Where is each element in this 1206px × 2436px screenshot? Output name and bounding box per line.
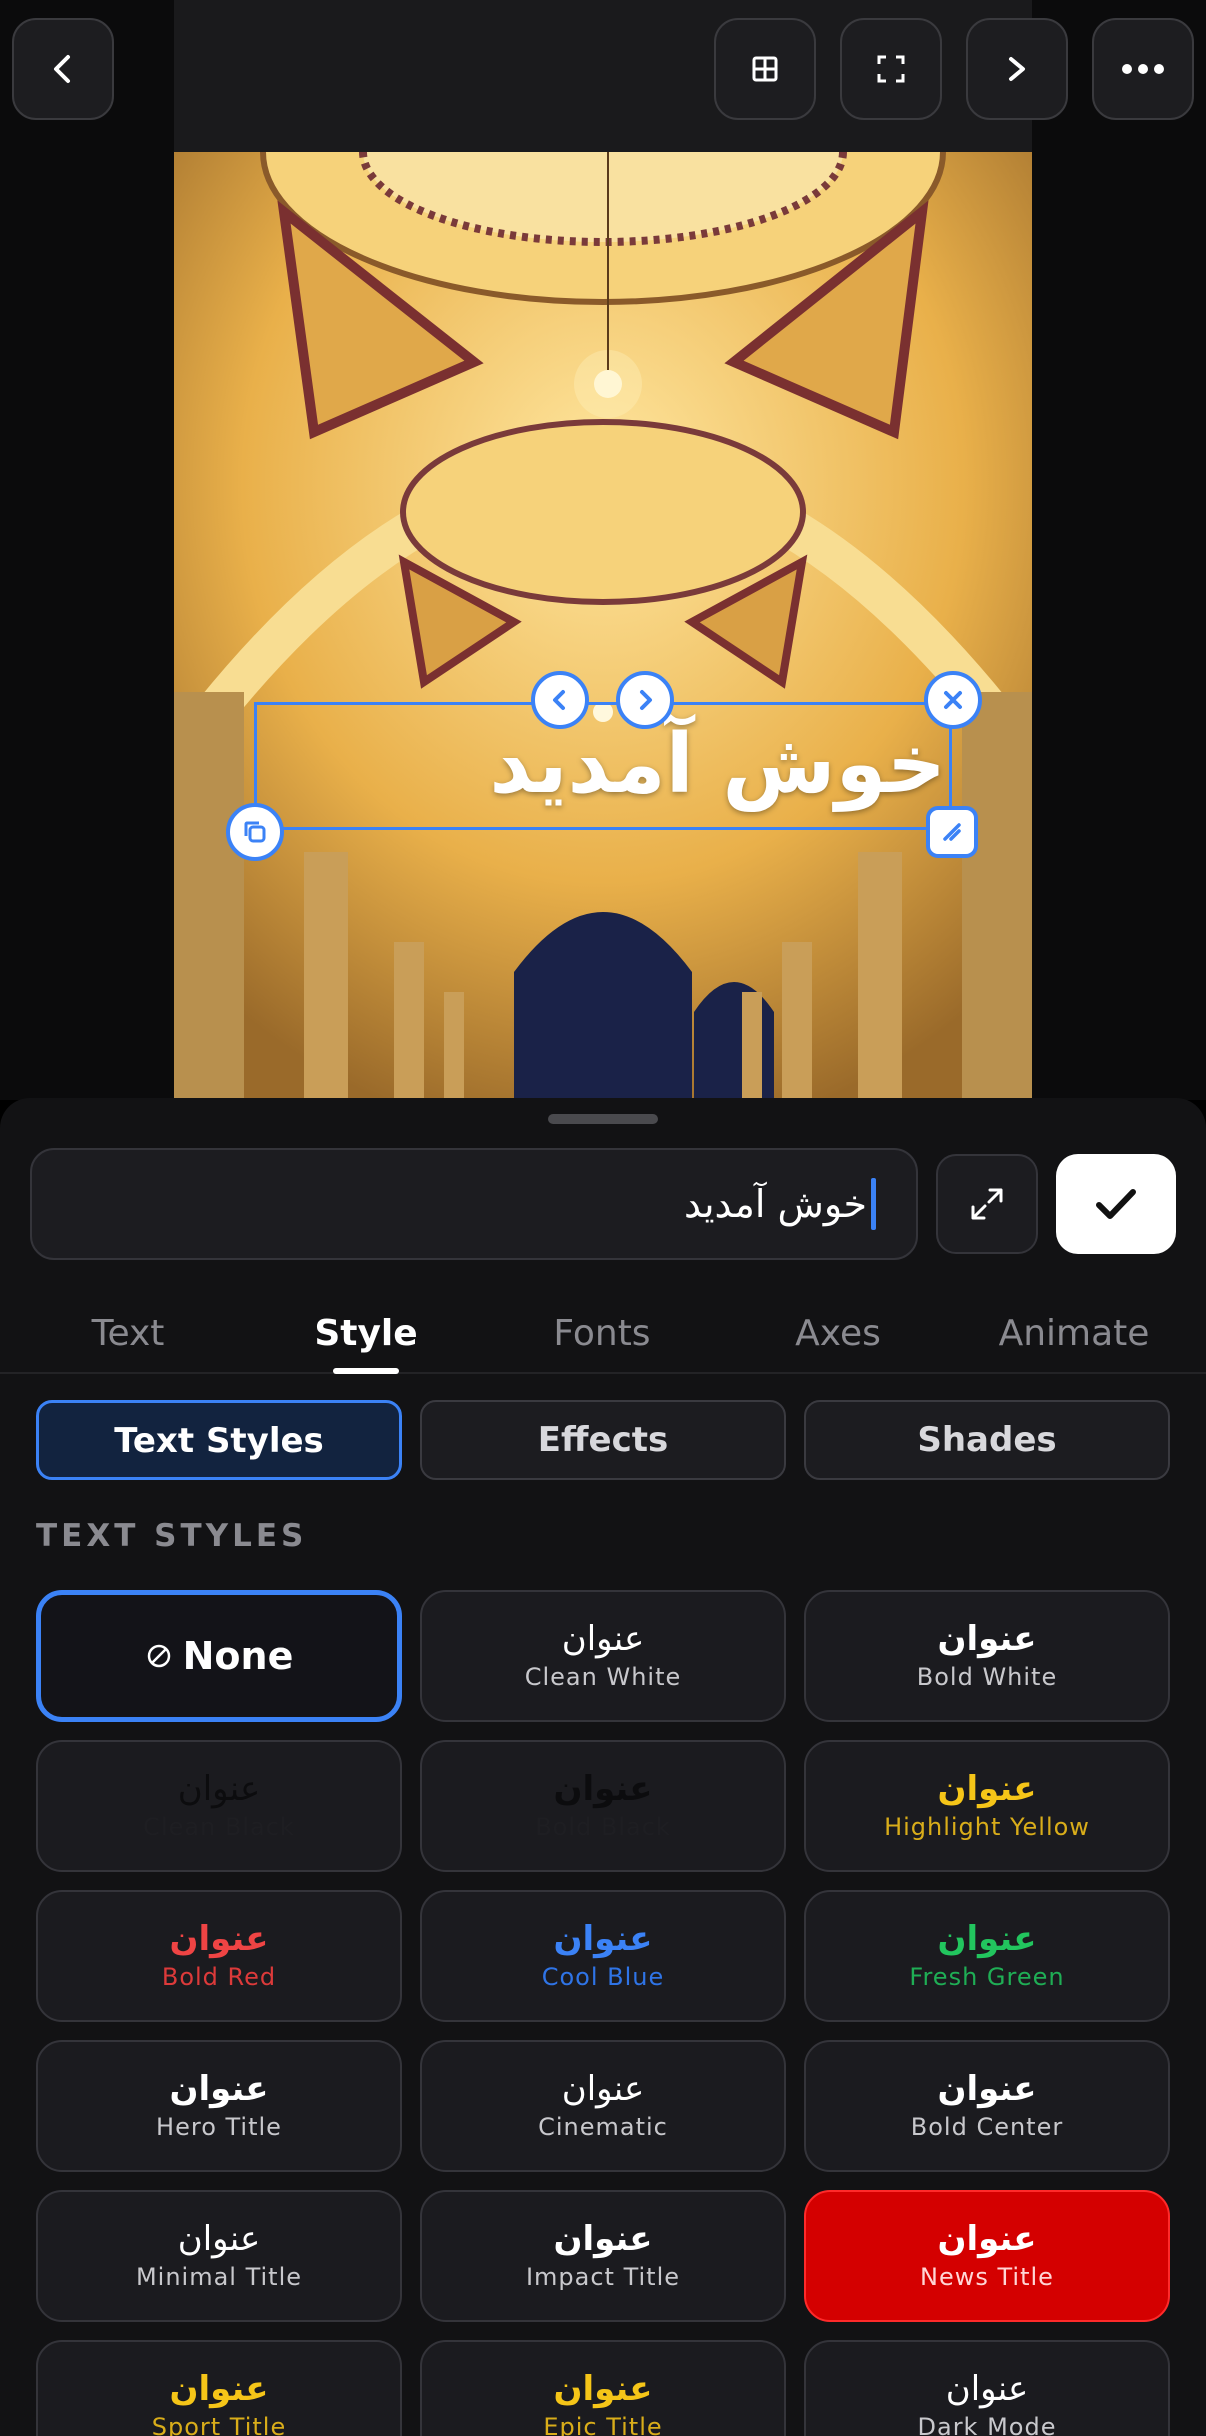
expand-editor-button[interactable] [936, 1154, 1038, 1254]
segment-shades[interactable]: Shades [804, 1400, 1170, 1480]
style-card-preview: عنوان [937, 2069, 1037, 2109]
more-button[interactable] [1092, 18, 1194, 120]
confirm-button[interactable] [1056, 1154, 1176, 1254]
style-card-bold-black[interactable]: عنوان Bold Black [420, 1740, 786, 1872]
style-card-name: Bold White [916, 1663, 1058, 1691]
none-icon [147, 1644, 170, 1668]
back-button[interactable] [12, 18, 114, 120]
style-card-sport-title[interactable]: عنوان Sport Title [36, 2340, 402, 2436]
style-card-preview: عنوان [561, 1619, 645, 1659]
chevron-right-icon [640, 690, 652, 710]
tab-fonts[interactable]: Fonts [484, 1294, 720, 1374]
tab-bar: Text Style Fonts Axes Animate [0, 1294, 1206, 1374]
style-card-preview: عنوان [169, 2069, 269, 2109]
style-card-preview: عنوان [169, 2369, 269, 2409]
text-overlay[interactable]: خوش آمدید [254, 700, 952, 830]
style-card-none[interactable]: None [36, 1590, 402, 1722]
style-card-preview: عنوان [177, 1769, 261, 1809]
canvas-area: خوش آمدید [0, 0, 1206, 1100]
style-card-preview: عنوان [937, 1769, 1037, 1809]
style-card-hero-title[interactable]: عنوان Hero Title [36, 2040, 402, 2172]
style-card-preview: عنوان [169, 1919, 269, 1959]
style-card-preview: عنوان [553, 1919, 653, 1959]
style-card-epic-title[interactable]: عنوان Epic Title [420, 2340, 786, 2436]
text-input-value: خوش آمدید [684, 1182, 867, 1226]
style-card-preview: عنوان [177, 2219, 261, 2259]
style-card-cinematic[interactable]: عنوان Cinematic [420, 2040, 786, 2172]
style-card-clean-white[interactable]: عنوان Clean White [420, 1590, 786, 1722]
checkmark-icon [1096, 1189, 1136, 1219]
style-bottom-sheet: خوش آمدید Text Style Fonts Axes Animate … [0, 1098, 1206, 2436]
mosque-photo-illustration [174, 152, 1032, 1100]
style-card-preview: عنوان [553, 2369, 653, 2409]
style-card-impact-title[interactable]: عنوان Impact Title [420, 2190, 786, 2322]
chevron-left-icon [54, 55, 70, 83]
style-card-name: Bold Black [535, 1813, 671, 1841]
style-card-preview: عنوان [561, 2069, 645, 2109]
style-card-name: Cinematic [538, 2113, 668, 2141]
style-card-bold-center[interactable]: عنوان Bold Center [804, 2040, 1170, 2172]
style-card-clean-black[interactable]: عنوان Clean Black [36, 1740, 402, 1872]
style-card-preview: عنوان [937, 2219, 1037, 2259]
grid-icon [752, 56, 778, 82]
style-card-name: Fresh Green [909, 1963, 1065, 1991]
style-card-name: Bold Red [161, 1963, 277, 1991]
style-card-name: Highlight Yellow [884, 1813, 1090, 1841]
style-card-name: Impact Title [525, 2263, 681, 2291]
style-card-bold-red[interactable]: عنوان Bold Red [36, 1890, 402, 2022]
style-card-highlight-yellow[interactable]: عنوان Highlight Yellow [804, 1740, 1170, 1872]
tab-style[interactable]: Style [248, 1294, 484, 1374]
style-card-preview: عنوان [937, 1619, 1037, 1659]
style-card-name: Dark Mode [917, 2413, 1057, 2436]
chevron-left-icon [553, 690, 565, 710]
style-card-name: Sport Title [151, 2413, 287, 2436]
delete-text-handle[interactable] [924, 671, 982, 729]
style-card-name: Clean Black [143, 1813, 295, 1841]
style-card-name: Epic Title [543, 2413, 663, 2436]
tab-animate[interactable]: Animate [956, 1294, 1192, 1374]
segment-effects[interactable]: Effects [420, 1400, 786, 1480]
style-card-name: Cool Blue [541, 1963, 665, 1991]
next-button[interactable] [966, 18, 1068, 120]
grid-button[interactable] [714, 18, 816, 120]
fullscreen-button[interactable] [840, 18, 942, 120]
copy-icon [244, 821, 266, 843]
resize-text-handle[interactable] [926, 806, 978, 858]
style-card-preview: عنوان [553, 2219, 653, 2259]
style-card-name: Clean White [524, 1663, 682, 1691]
style-card-name: Bold Center [910, 2113, 1064, 2141]
fullscreen-icon [877, 55, 905, 83]
style-card-preview: عنوان [553, 1769, 653, 1809]
move-left-handle[interactable] [531, 671, 589, 729]
style-card-fresh-green[interactable]: عنوان Fresh Green [804, 1890, 1170, 2022]
close-icon [944, 691, 962, 709]
text-input-field[interactable]: خوش آمدید [30, 1148, 918, 1260]
style-card-bold-white[interactable]: عنوان Bold White [804, 1590, 1170, 1722]
segment-text-styles[interactable]: Text Styles [36, 1400, 402, 1480]
sheet-grabber[interactable] [548, 1114, 658, 1124]
duplicate-text-handle[interactable] [226, 803, 284, 861]
style-card-preview: عنوان [945, 2369, 1029, 2409]
style-card-preview: عنوان [937, 1919, 1037, 1959]
tab-axes[interactable]: Axes [720, 1294, 956, 1374]
resize-icon [943, 823, 961, 841]
expand-icon [971, 1188, 1003, 1220]
section-label: TEXT STYLES [36, 1518, 308, 1554]
tab-text[interactable]: Text [10, 1294, 246, 1374]
style-card-name: News Title [920, 2263, 1054, 2291]
text-caret [871, 1178, 876, 1230]
move-right-handle[interactable] [616, 671, 674, 729]
photo-canvas[interactable] [174, 152, 1032, 1100]
style-card-name: Minimal Title [135, 2263, 303, 2291]
more-horizontal-icon [1122, 64, 1164, 74]
style-card-name: None [182, 1634, 294, 1678]
style-card-minimal-title[interactable]: عنوان Minimal Title [36, 2190, 402, 2322]
style-card-news-title[interactable]: عنوان News Title [804, 2190, 1170, 2322]
style-card-dark-mode[interactable]: عنوان Dark Mode [804, 2340, 1170, 2436]
style-card-cool-blue[interactable]: عنوان Cool Blue [420, 1890, 786, 2022]
chevron-right-icon [1009, 57, 1025, 81]
style-card-label: None [145, 1634, 294, 1678]
style-card-name: Hero Title [156, 2113, 282, 2141]
active-tab-indicator [333, 1368, 399, 1374]
